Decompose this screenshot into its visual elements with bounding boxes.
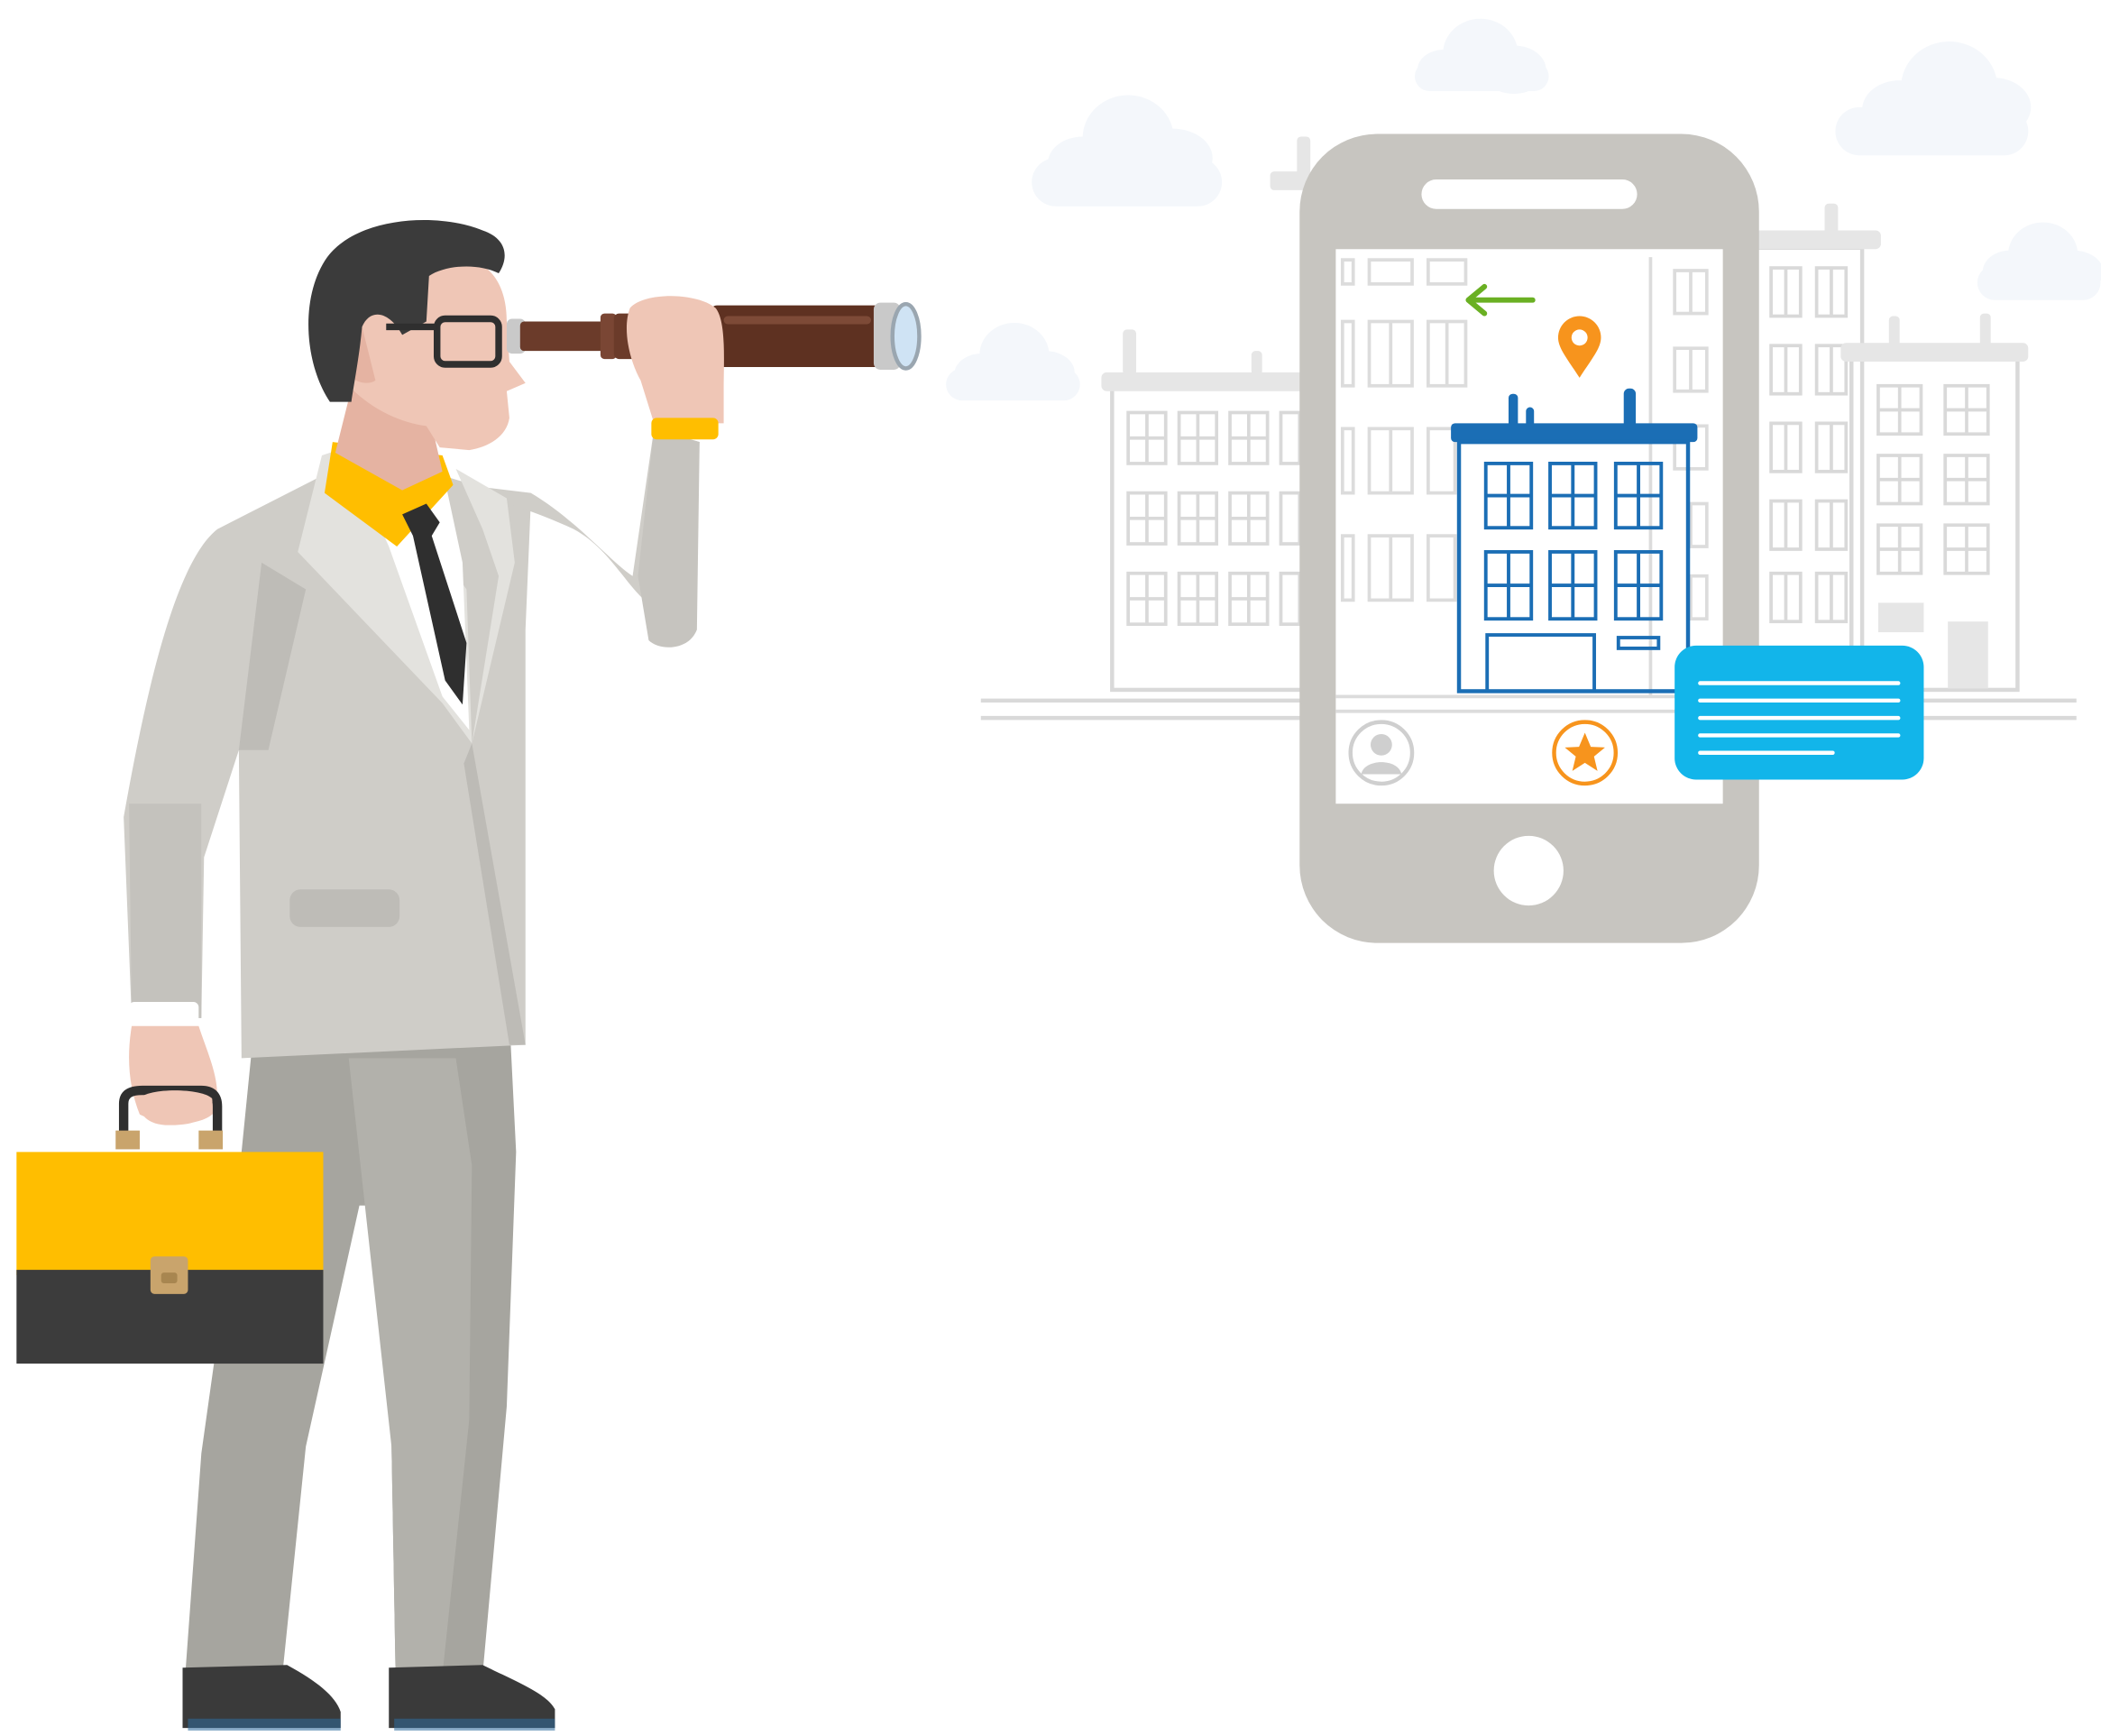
cloud-icon	[1835, 41, 2032, 156]
cloud-icon	[1032, 95, 1223, 207]
favorite-star-icon[interactable]	[1552, 720, 1619, 786]
building-left	[1101, 329, 1325, 693]
head	[308, 219, 526, 491]
hand-right	[626, 296, 724, 424]
phone-screen	[1335, 249, 1723, 804]
businessman-with-telescope	[16, 219, 922, 1731]
building-far-right	[1840, 313, 2029, 693]
telescope-lens	[890, 301, 922, 371]
profile-avatar-icon[interactable]	[1348, 720, 1415, 786]
cloud-icon	[946, 322, 1080, 401]
illustration-scene	[16, 18, 2101, 1731]
building-back-tall	[1270, 136, 1311, 190]
building-right	[1744, 203, 1881, 693]
jacket-pocket	[289, 889, 400, 927]
phone-speaker	[1421, 179, 1638, 209]
cloud-icon	[1977, 222, 2101, 300]
shoes	[182, 1665, 555, 1731]
shirt-cuff	[129, 1002, 199, 1026]
cloud-icon	[1415, 18, 1549, 94]
home-button	[1493, 835, 1564, 906]
message-bubble-icon[interactable]	[1674, 645, 1924, 780]
yellow-cuff	[651, 418, 719, 440]
